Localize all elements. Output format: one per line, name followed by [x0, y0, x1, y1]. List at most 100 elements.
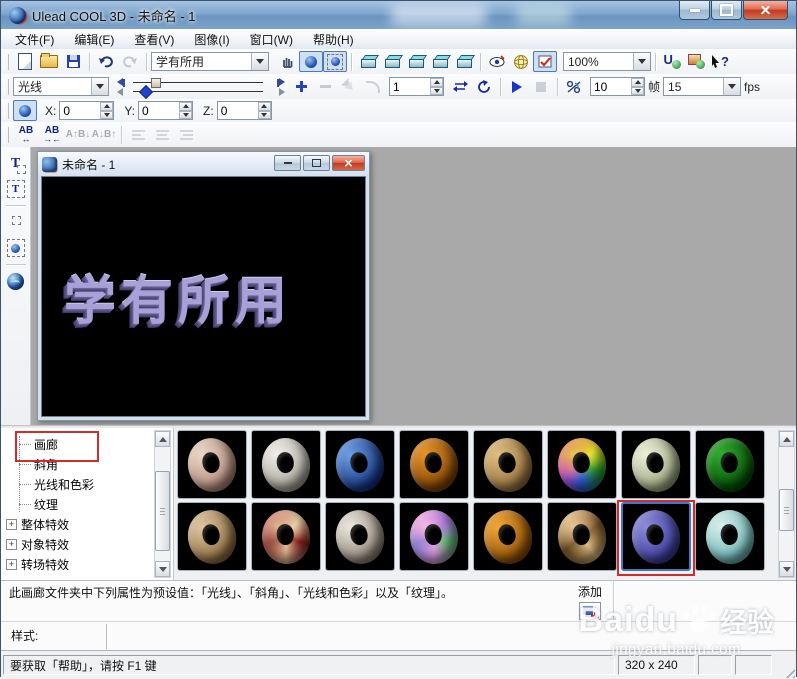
undo-button[interactable] [94, 51, 118, 72]
gallery-item-red-collage-ring[interactable] [251, 502, 321, 571]
spin-down-button[interactable] [100, 110, 114, 119]
go-first-frame-icon[interactable] [117, 77, 125, 88]
toolbar-grip[interactable] [4, 78, 9, 95]
tree-item-1[interactable]: 斜角 [5, 454, 151, 474]
insert-graphics-button[interactable] [4, 210, 28, 234]
menu-item-3[interactable]: 图像(I) [184, 29, 239, 50]
go-last-frame-icon[interactable] [277, 77, 285, 88]
toolbar-grip[interactable] [4, 102, 9, 119]
scroll-up-button[interactable] [155, 431, 170, 447]
spin-up-button[interactable] [257, 102, 271, 111]
edit-graphics-button[interactable] [4, 236, 28, 260]
spin-down-button[interactable] [179, 110, 193, 119]
spin-up-button[interactable] [100, 102, 114, 111]
y-spinner[interactable] [138, 101, 194, 120]
align-right-button[interactable] [174, 124, 198, 145]
tree-item-2[interactable]: 光线和色彩 [5, 474, 151, 494]
scrollbar-thumb[interactable] [155, 471, 170, 551]
scroll-down-button[interactable] [155, 561, 170, 577]
expand-icon[interactable]: + [6, 518, 17, 530]
toolbar-grip[interactable] [4, 126, 9, 143]
gallery-item-aqua-ring[interactable] [695, 502, 765, 571]
toolbar-grip[interactable] [4, 53, 9, 70]
gallery-item-tan-marble-ring[interactable] [177, 502, 247, 571]
fps-combo[interactable]: 15 [663, 77, 742, 96]
gallery-item-blue-velvet-ring[interactable] [617, 500, 695, 576]
tree-item-4[interactable]: + 整体特效 [5, 514, 151, 534]
expand-icon[interactable]: + [6, 558, 17, 570]
cycle-playback-button[interactable] [472, 76, 496, 97]
gallery-item-celadon-marble-ring[interactable] [621, 430, 691, 499]
y-input[interactable] [139, 102, 180, 119]
reverse-keyframes-button[interactable] [337, 76, 361, 97]
current-frame-input[interactable] [390, 78, 430, 95]
gallery-scrollbar[interactable] [778, 430, 795, 578]
spin-up-button[interactable] [631, 78, 644, 87]
export-frames-button[interactable] [562, 76, 586, 97]
projection-button-3[interactable] [404, 51, 428, 72]
z-spinner[interactable] [216, 101, 272, 120]
align-center-button[interactable] [150, 124, 174, 145]
edit-text-button[interactable]: T [4, 177, 28, 201]
object-visibility-button[interactable] [485, 51, 509, 72]
add-gallery-icon[interactable] [579, 602, 601, 620]
add-to-gallery[interactable]: 添加 [573, 583, 607, 620]
menu-item-1[interactable]: 编辑(E) [64, 29, 124, 50]
combo-dropdown-button[interactable] [91, 78, 108, 95]
delete-keyframe-button[interactable] [313, 76, 337, 97]
expand-icon[interactable]: + [6, 538, 17, 550]
rotate-view-button[interactable] [323, 51, 347, 72]
close-button[interactable] [743, 1, 788, 20]
combo-dropdown-button[interactable] [251, 53, 268, 70]
tree-item-5[interactable]: + 对象特效 [5, 534, 151, 554]
insert-text-button[interactable]: T [4, 151, 28, 175]
scrollbar-thumb[interactable] [779, 489, 794, 531]
timeline-slider[interactable] [111, 76, 287, 99]
document-window[interactable]: 未命名 - 1 学有所用 [37, 151, 370, 421]
ulead-web-button[interactable]: U [660, 51, 684, 72]
text-style-combo[interactable]: 学有所用 [151, 52, 269, 71]
total-frames-input[interactable] [591, 78, 631, 95]
stop-button[interactable] [529, 76, 553, 97]
text-spacing-button-2[interactable]: A↑B↓ [65, 124, 91, 146]
gallery-item-rainbow-ring[interactable] [547, 430, 617, 499]
gallery-item-ivory-gold-ring[interactable] [251, 430, 321, 499]
save-button[interactable] [61, 51, 85, 72]
projection-button-1[interactable] [356, 51, 380, 72]
scroll-up-button[interactable] [779, 431, 794, 447]
doc-restore-button[interactable] [303, 155, 330, 171]
tree-item-0[interactable]: 画廊 [5, 434, 151, 454]
gallery-item-orange-wood-ring[interactable] [399, 430, 469, 499]
gallery-item-wicker-ring[interactable] [473, 430, 543, 499]
gallery-item-blue-crystal-ring[interactable] [325, 430, 395, 499]
tree-scrollbar[interactable] [154, 430, 171, 578]
total-frames-spinner[interactable] [590, 77, 645, 96]
key-next-icon[interactable] [279, 87, 285, 98]
resize-grip[interactable] [782, 665, 795, 678]
menu-item-2[interactable]: 查看(V) [124, 29, 184, 50]
text-spacing-button-3[interactable]: A↓B↑ [91, 124, 117, 146]
add-keyframe-button[interactable] [289, 76, 313, 97]
menu-item-0[interactable]: 文件(F) [5, 29, 64, 50]
key-prev-icon[interactable] [117, 87, 123, 98]
rotate-object-button[interactable] [299, 51, 323, 72]
gallery-item-rust-metal-ring[interactable] [325, 502, 395, 571]
wireframe-button[interactable] [509, 51, 533, 72]
text-spacing-button-1[interactable]: AB →← [39, 124, 65, 146]
new-document-button[interactable] [13, 51, 37, 72]
combo-dropdown-button[interactable] [723, 78, 741, 95]
minimize-button[interactable] [679, 1, 710, 20]
scroll-down-button[interactable] [779, 561, 794, 577]
gallery-item-pink-marble-ring[interactable] [177, 430, 247, 499]
gallery-item-iridescent-ring[interactable] [399, 502, 469, 571]
tree-item-3[interactable]: 纹理 [5, 494, 151, 514]
object-style-button[interactable] [4, 269, 28, 293]
canvas-3d-text[interactable]: 学有所用 [64, 259, 292, 334]
projection-button-4[interactable] [428, 51, 452, 72]
document-titlebar[interactable]: 未命名 - 1 [38, 152, 369, 176]
spin-up-button[interactable] [179, 102, 193, 111]
open-file-button[interactable] [37, 51, 61, 72]
menu-item-4[interactable]: 窗口(W) [240, 29, 303, 50]
text-spacing-button-0[interactable]: AB ↔ [13, 124, 39, 146]
combo-dropdown-button[interactable] [633, 53, 650, 70]
